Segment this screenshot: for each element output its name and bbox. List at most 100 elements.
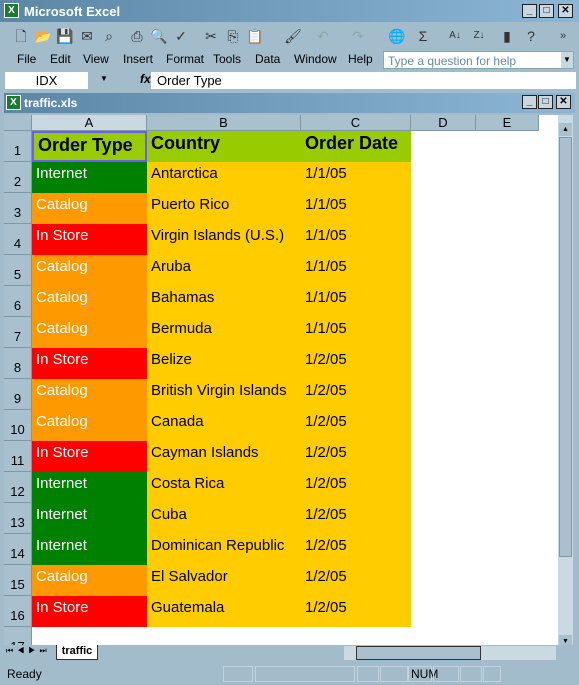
workbook-restore-button[interactable]: □ <box>538 95 553 109</box>
print-icon[interactable]: ⎙ <box>127 26 147 46</box>
row-header-8[interactable]: 8 <box>4 348 32 379</box>
header-cell[interactable]: Order Date <box>301 131 411 162</box>
header-cell[interactable]: Country <box>147 131 301 162</box>
menu-view[interactable]: View <box>83 52 109 66</box>
menu-help[interactable]: Help <box>348 52 373 66</box>
country-cell[interactable]: Antarctica <box>147 162 301 193</box>
country-cell[interactable]: Belize <box>147 348 301 379</box>
maximize-button[interactable]: □ <box>539 4 554 18</box>
country-cell[interactable]: British Virgin Islands <box>147 379 301 410</box>
row-header-15[interactable]: 15 <box>4 565 32 596</box>
name-box[interactable]: IDX <box>5 72 88 89</box>
order-type-cell[interactable]: Internet <box>32 472 147 503</box>
country-cell[interactable]: Puerto Rico <box>147 193 301 224</box>
paste-icon[interactable]: 📋 <box>245 26 265 46</box>
menu-file[interactable]: File <box>17 52 36 66</box>
menu-format[interactable]: Format <box>166 52 204 66</box>
order-type-cell[interactable]: Catalog <box>32 286 147 317</box>
copy-icon[interactable]: ⎘ <box>223 26 243 46</box>
row-header-7[interactable]: 7 <box>4 317 32 348</box>
hyperlink-icon[interactable]: 🌐 <box>387 26 407 46</box>
country-cell[interactable]: Bermuda <box>147 317 301 348</box>
save-icon[interactable]: 💾 <box>55 26 75 46</box>
country-cell[interactable]: El Salvador <box>147 565 301 596</box>
country-cell[interactable]: Bahamas <box>147 286 301 317</box>
sheet-tab-traffic[interactable]: traffic <box>56 645 98 660</box>
minimize-button[interactable]: _ <box>522 4 537 18</box>
vertical-scroll-thumb[interactable] <box>559 137 572 557</box>
redo-icon[interactable]: ↷ <box>348 26 368 46</box>
row-header-16[interactable]: 16 <box>4 596 32 627</box>
column-header-A[interactable]: A <box>32 115 147 131</box>
row-header-12[interactable]: 12 <box>4 472 32 503</box>
order-date-cell[interactable]: 1/2/05 <box>301 596 411 627</box>
order-type-cell[interactable]: Internet <box>32 534 147 565</box>
row-header-11[interactable]: 11 <box>4 441 32 472</box>
order-type-cell[interactable]: Internet <box>32 503 147 534</box>
autosum-icon[interactable]: Σ <box>413 26 433 46</box>
row-header-6[interactable]: 6 <box>4 286 32 317</box>
row-header-3[interactable]: 3 <box>4 193 32 224</box>
order-type-cell[interactable]: Catalog <box>32 410 147 441</box>
menu-data[interactable]: Data <box>255 52 280 66</box>
order-type-cell[interactable]: Catalog <box>32 193 147 224</box>
chart-wizard-icon[interactable]: ▮ <box>497 26 517 46</box>
country-cell[interactable]: Dominican Republic <box>147 534 301 565</box>
row-header-4[interactable]: 4 <box>4 224 32 255</box>
row-header-17[interactable]: 17 <box>4 627 32 645</box>
order-type-cell[interactable]: In Store <box>32 596 147 627</box>
row-header-10[interactable]: 10 <box>4 410 32 441</box>
column-header-B[interactable]: B <box>147 115 301 131</box>
order-date-cell[interactable]: 1/1/05 <box>301 224 411 255</box>
order-date-cell[interactable]: 1/2/05 <box>301 534 411 565</box>
order-type-cell[interactable]: Internet <box>32 162 147 193</box>
order-date-cell[interactable]: 1/2/05 <box>301 503 411 534</box>
country-cell[interactable]: Cayman Islands <box>147 441 301 472</box>
order-date-cell[interactable]: 1/1/05 <box>301 286 411 317</box>
menu-insert[interactable]: Insert <box>123 52 153 66</box>
menu-edit[interactable]: Edit <box>50 52 71 66</box>
sort-descending-icon[interactable]: Z↓ <box>469 26 489 46</box>
sort-ascending-icon[interactable]: A↓ <box>445 26 465 46</box>
formula-input[interactable]: Order Type <box>151 72 576 89</box>
country-cell[interactable]: Costa Rica <box>147 472 301 503</box>
vertical-scrollbar[interactable]: ▲ ▼ <box>558 115 573 648</box>
spreadsheet-grid[interactable]: ABCDE1234567891011121314151617Order Type… <box>4 115 558 645</box>
order-date-cell[interactable]: 1/1/05 <box>301 255 411 286</box>
order-type-cell[interactable]: Catalog <box>32 379 147 410</box>
row-header-13[interactable]: 13 <box>4 503 32 534</box>
header-cell[interactable]: Order Type <box>32 131 147 162</box>
select-all-corner[interactable] <box>4 115 32 131</box>
order-date-cell[interactable]: 1/2/05 <box>301 348 411 379</box>
format-painter-icon[interactable]: 🖌 <box>283 26 303 46</box>
order-type-cell[interactable]: In Store <box>32 224 147 255</box>
help-search-input[interactable]: Type a question for help ▼ <box>383 51 574 69</box>
toolbar-options-icon[interactable]: » <box>553 26 573 46</box>
country-cell[interactable]: Cuba <box>147 503 301 534</box>
country-cell[interactable]: Aruba <box>147 255 301 286</box>
order-type-cell[interactable]: In Store <box>32 348 147 379</box>
order-date-cell[interactable]: 1/1/05 <box>301 193 411 224</box>
order-type-cell[interactable]: Catalog <box>32 565 147 596</box>
order-date-cell[interactable]: 1/2/05 <box>301 441 411 472</box>
email-icon[interactable]: ✉ <box>77 26 97 46</box>
order-date-cell[interactable]: 1/2/05 <box>301 410 411 441</box>
order-date-cell[interactable]: 1/1/05 <box>301 162 411 193</box>
country-cell[interactable]: Virgin Islands (U.S.) <box>147 224 301 255</box>
order-type-cell[interactable]: In Store <box>32 441 147 472</box>
search-icon[interactable]: ⌕ <box>99 26 119 46</box>
column-header-E[interactable]: E <box>476 115 539 131</box>
tab-scroll-arrows-icon[interactable]: ⏮◀▶⏭ <box>6 646 51 656</box>
column-header-D[interactable]: D <box>411 115 476 131</box>
column-header-C[interactable]: C <box>301 115 411 131</box>
horizontal-scrollbar[interactable] <box>344 646 556 660</box>
order-type-cell[interactable]: Catalog <box>32 317 147 348</box>
menu-window[interactable]: Window <box>294 52 337 66</box>
open-icon[interactable]: 📂 <box>33 26 53 46</box>
workbook-minimize-button[interactable]: _ <box>522 95 537 109</box>
row-header-5[interactable]: 5 <box>4 255 32 286</box>
row-header-2[interactable]: 2 <box>4 162 32 193</box>
spelling-icon[interactable]: ✓ <box>171 26 191 46</box>
horizontal-scroll-thumb[interactable] <box>356 646 481 660</box>
row-header-1[interactable]: 1 <box>4 131 32 162</box>
